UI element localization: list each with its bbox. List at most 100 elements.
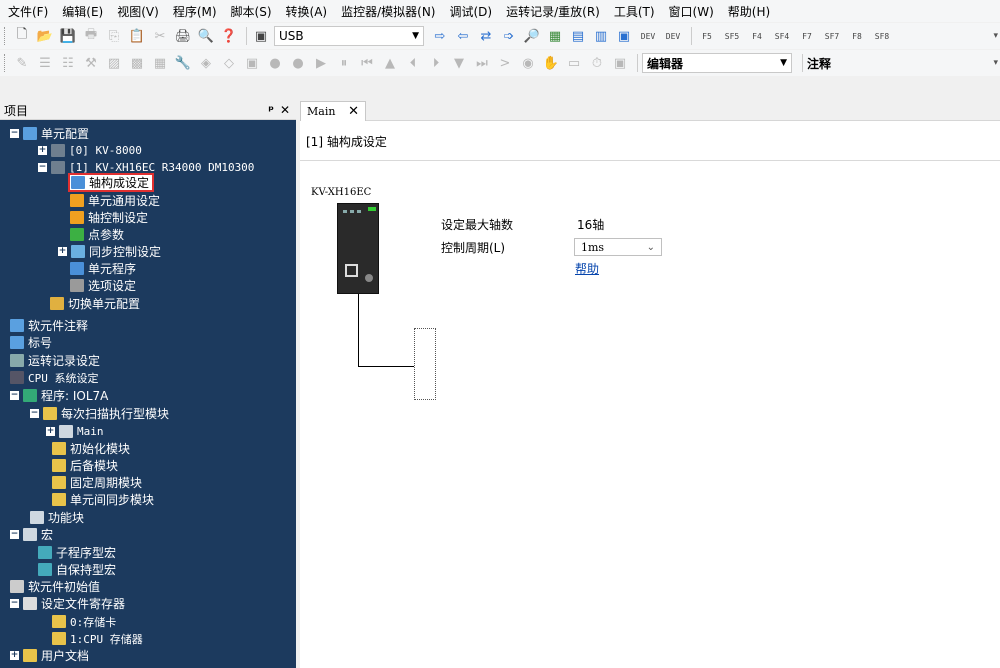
search-icon[interactable]: 🔎 (522, 26, 542, 46)
axis-placeholder[interactable] (414, 328, 436, 400)
tree-item[interactable]: − 单元配置 (10, 125, 89, 142)
function-key-button[interactable]: F7 (796, 26, 818, 46)
menu-item[interactable]: 窗口(W) (669, 3, 714, 20)
list-numbered-icon[interactable]: ☷ (58, 53, 78, 73)
new-file-icon[interactable]: 🗋 (12, 26, 32, 46)
step-forward-icon[interactable]: ⏵ (426, 53, 446, 73)
step-up-icon[interactable]: ▲ (380, 53, 400, 73)
close-icon[interactable]: ✕ (348, 104, 359, 119)
stop-record-icon[interactable]: ● (288, 53, 308, 73)
tree-item[interactable]: 子程序型宏 (38, 544, 116, 561)
collapse-icon[interactable]: − (10, 530, 19, 539)
timer-icon[interactable]: ⏱ (587, 53, 607, 73)
collapse-icon[interactable]: − (30, 409, 39, 418)
function-key-button[interactable]: F4 (746, 26, 768, 46)
print-preview-icon[interactable]: 🖶 (81, 26, 101, 46)
pencil-icon[interactable]: ✎ (12, 53, 32, 73)
tree-item[interactable]: − 宏 (10, 526, 53, 543)
tree-item[interactable]: 轴构成设定 (68, 173, 155, 192)
tools-icon[interactable]: ⚒ (81, 53, 101, 73)
fast-forward-icon[interactable]: ⏭ (472, 53, 492, 73)
dev-icon[interactable]: DEV (637, 26, 659, 46)
tree-item[interactable]: + 用户文档 (10, 647, 89, 664)
pause-icon[interactable]: ⏸ (334, 53, 354, 73)
tree-item[interactable]: 功能块 (30, 509, 84, 526)
tree-item[interactable]: 选项设定 (70, 277, 136, 294)
connection-select[interactable]: USB ▼ (274, 26, 424, 46)
cycle-select[interactable]: 1ms ⌄ (574, 238, 662, 256)
tree-item[interactable]: 单元通用设定 (70, 192, 160, 209)
help-icon[interactable]: ❓ (219, 26, 239, 46)
cut-icon[interactable]: ✂ (150, 26, 170, 46)
tree-item[interactable]: 初始化模块 (52, 440, 130, 457)
menu-item[interactable]: 编辑(E) (62, 3, 103, 20)
tree-item[interactable]: + 同步控制设定 (58, 243, 161, 260)
mode-select[interactable]: 编辑器 ▼ (642, 53, 792, 73)
menu-item[interactable]: 视图(V) (117, 3, 159, 20)
paste-icon[interactable]: 📋 (127, 26, 147, 46)
batch-monitor-icon[interactable]: ▣ (610, 53, 630, 73)
close-icon[interactable]: ✕ (280, 103, 290, 117)
expand-icon[interactable]: + (38, 146, 47, 155)
tree-item[interactable]: 单元间同步模块 (52, 491, 154, 508)
transfer-monitor-icon[interactable]: ➩ (499, 26, 519, 46)
comment-label[interactable]: 注释 (807, 55, 831, 72)
expand-icon[interactable]: + (46, 427, 55, 436)
save-icon[interactable]: 💾 (58, 26, 78, 46)
register-monitor-icon[interactable]: ▩ (127, 53, 147, 73)
monitor-icon[interactable]: ◈ (196, 53, 216, 73)
wrench-icon[interactable]: 🔧 (173, 53, 193, 73)
tree-item[interactable]: − 程序: IOL7A (10, 387, 108, 404)
record-icon[interactable]: ● (265, 53, 285, 73)
table-icon[interactable]: ▥ (591, 26, 611, 46)
function-key-button[interactable]: SF4 (771, 26, 793, 46)
toolbar-overflow-icon[interactable]: ▾ (993, 31, 998, 41)
list-icon[interactable]: ☰ (35, 53, 55, 73)
tree-item[interactable]: 运转记录设定 (10, 352, 100, 369)
verify-icon[interactable]: ⇄ (476, 26, 496, 46)
tree-item[interactable]: CPU 系统设定 (10, 369, 99, 386)
grid-icon[interactable]: ▤ (568, 26, 588, 46)
collapse-icon[interactable]: − (10, 129, 19, 138)
tree-item[interactable]: 切换单元配置 (50, 295, 140, 312)
toolbar-grip[interactable] (4, 54, 8, 72)
menu-item[interactable]: 脚本(S) (231, 3, 272, 20)
module-image[interactable] (337, 203, 379, 294)
tree-item[interactable]: + Main (46, 423, 104, 440)
function-key-button[interactable]: SF8 (871, 26, 893, 46)
menu-item[interactable]: 工具(T) (614, 3, 655, 20)
collapse-icon[interactable]: − (10, 391, 19, 400)
menu-item[interactable]: 调试(D) (449, 3, 492, 20)
tree-item[interactable]: 0:存储卡 (52, 613, 116, 630)
tab-main[interactable]: Main ✕ (300, 101, 366, 121)
collapse-icon[interactable]: − (10, 599, 19, 608)
expand-icon[interactable]: + (58, 247, 67, 256)
function-key-button[interactable]: F5 (696, 26, 718, 46)
tree-item[interactable]: + [0] KV-8000 (38, 142, 142, 159)
menu-item[interactable]: 监控器/模拟器(N) (341, 3, 435, 20)
help-link[interactable]: 帮助 (575, 260, 599, 277)
function-key-button[interactable]: SF5 (721, 26, 743, 46)
collapse-icon[interactable]: − (38, 163, 47, 172)
hand-icon[interactable]: ✋ (541, 53, 561, 73)
tree-item[interactable]: 标号 (10, 334, 52, 351)
toolbar-overflow-icon[interactable]: ▾ (993, 58, 998, 68)
function-key-button[interactable]: F8 (846, 26, 868, 46)
io-monitor-icon[interactable]: ▭ (564, 53, 584, 73)
chart-icon[interactable]: ▦ (545, 26, 565, 46)
pin-icon[interactable]: ᵖ (268, 103, 274, 117)
menu-item[interactable]: 转换(A) (286, 3, 328, 20)
menu-item[interactable]: 文件(F) (8, 3, 48, 20)
function-key-button[interactable]: SF7 (821, 26, 843, 46)
rewind-icon[interactable]: ⏮ (357, 53, 377, 73)
tree-item[interactable]: 软元件初始值 (10, 578, 100, 595)
image-icon[interactable]: ▨ (104, 53, 124, 73)
device-icon[interactable]: ▣ (614, 26, 634, 46)
module-monitor-icon[interactable]: ▦ (150, 53, 170, 73)
tree-item[interactable]: 后备模块 (52, 457, 118, 474)
tree-item[interactable]: 轴控制设定 (70, 209, 148, 226)
tree-item[interactable]: 1:CPU 存储器 (52, 630, 143, 647)
play-icon[interactable]: ▶ (311, 53, 331, 73)
tree-item[interactable]: 固定周期模块 (52, 474, 142, 491)
settings-monitor-icon[interactable]: ◇ (219, 53, 239, 73)
